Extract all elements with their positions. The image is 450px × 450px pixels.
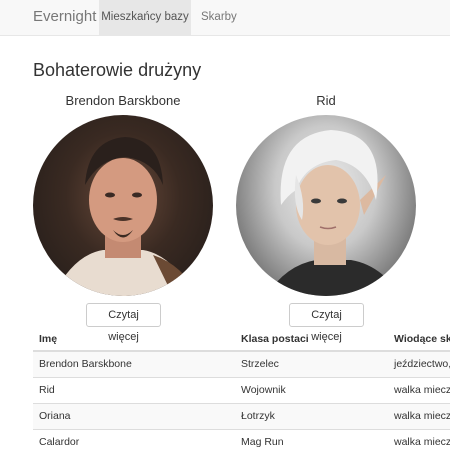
table-cell-class: Mag Run: [235, 428, 388, 450]
table-cell-name: Calardor: [33, 428, 235, 450]
portrait-rid-image: [266, 130, 401, 296]
table-row: Calardor Mag Run walka miecze: [33, 428, 450, 450]
table-cell-class: Strzelec: [235, 350, 388, 377]
hero-name-rid: Rid: [316, 93, 336, 108]
avatar-brendon: [33, 115, 213, 296]
column-header-skills: Wiodące skil: [388, 328, 450, 352]
heroes-table-container: Imę Klasa postaci Wiodące skil Brendon B…: [33, 328, 450, 450]
table-row: Oriana Łotrzyk walka miecze: [33, 402, 450, 429]
table-cell-class: Wojownik: [235, 376, 388, 403]
table-row: Brendon Barskbone Strzelec jeździectwo, …: [33, 350, 450, 377]
portrait-brendon-image: [53, 137, 198, 296]
nav-item-residents[interactable]: Mieszkańcy bazy: [99, 0, 191, 35]
read-more-button-rid[interactable]: Czytaj więcej: [289, 303, 364, 343]
table-header-row: Imę Klasa postaci Wiodące skil: [33, 328, 450, 352]
table-cell-name: Brendon Barskbone: [33, 350, 235, 377]
read-more-button-brendon[interactable]: Czytaj więcej: [86, 303, 161, 343]
column-header-class: Klasa postaci: [235, 328, 388, 352]
table-cell-skills: walka miecze: [388, 428, 450, 450]
page-title: Bohaterowie drużyny: [33, 60, 202, 80]
table-row: Rid Wojownik walka miecze: [33, 376, 450, 403]
avatar-rid: [236, 115, 416, 296]
column-header-name: Imę: [33, 328, 235, 352]
hero-name-brendon: Brendon Barskbone: [65, 93, 181, 108]
table-cell-name: Oriana: [33, 402, 235, 429]
table-cell-name: Rid: [33, 376, 235, 403]
table-cell-skills: jeździectwo, s: [388, 350, 450, 377]
nav-item-treasures[interactable]: Skarby: [201, 0, 237, 35]
top-navbar: Evernight Mieszkańcy bazy Skarby: [0, 0, 450, 36]
table-cell-skills: walka miecze: [388, 376, 450, 403]
heroes-table: Imę Klasa postaci Wiodące skil Brendon B…: [33, 328, 450, 450]
navbar-brand[interactable]: Evernight: [33, 0, 96, 36]
table-cell-skills: walka miecze: [388, 402, 450, 429]
table-cell-class: Łotrzyk: [235, 402, 388, 429]
